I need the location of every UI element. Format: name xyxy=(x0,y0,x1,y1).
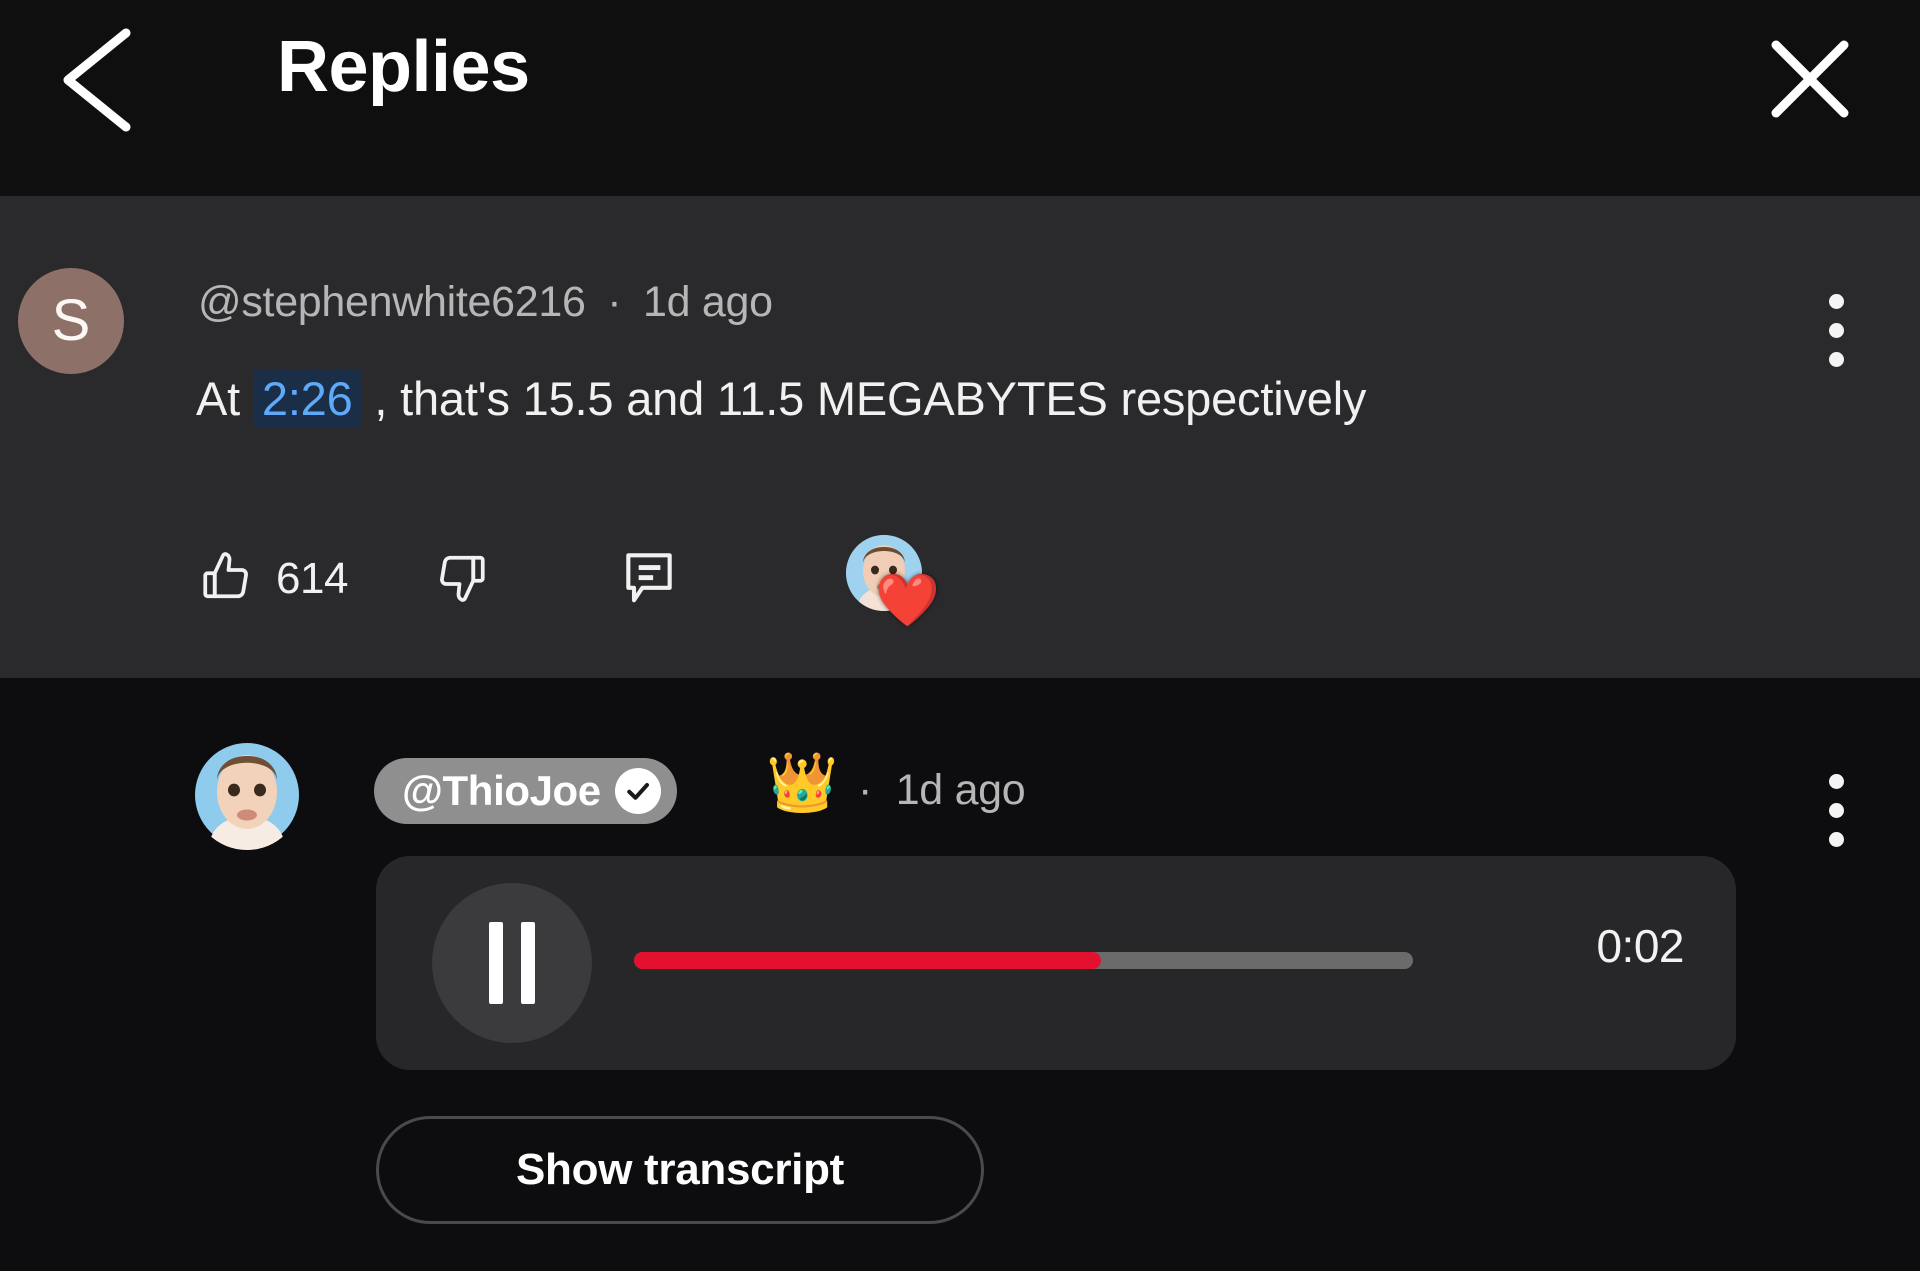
audio-duration-label: 0:02 xyxy=(1596,920,1684,972)
comment-bubble-icon xyxy=(618,546,680,613)
pause-icon-bar-left xyxy=(489,922,503,1004)
comment-more-options-button[interactable] xyxy=(1790,755,1882,865)
avatar[interactable] xyxy=(192,740,302,850)
like-count: 614 xyxy=(276,554,348,603)
comment-author-handle[interactable]: @stephenwhite6216 xyxy=(198,278,586,326)
thumbs-up-icon xyxy=(196,547,256,612)
audio-reply-player: 0:02 xyxy=(376,856,1736,1070)
header-bar: Replies xyxy=(0,0,1920,196)
comment-text: At 2:26 , that's 15.5 and 11.5 MEGABYTES… xyxy=(196,370,1367,427)
comment-text-before: At xyxy=(196,372,241,425)
kebab-dot xyxy=(1828,293,1844,309)
show-transcript-button[interactable]: Show transcript xyxy=(376,1116,984,1224)
audio-progress-fill xyxy=(634,952,1102,969)
pause-button[interactable] xyxy=(432,883,592,1043)
kebab-dot xyxy=(1828,322,1844,338)
back-button[interactable] xyxy=(40,20,150,140)
comment-author-meta: · 1d ago xyxy=(858,766,1026,815)
creator-heart-badge[interactable]: ❤️ xyxy=(845,535,940,627)
reply-button[interactable] xyxy=(618,546,680,613)
kebab-dot xyxy=(1828,802,1844,818)
comment-text-after: , that's 15.5 and 11.5 MEGABYTES respect… xyxy=(374,372,1367,425)
kebab-dot xyxy=(1828,351,1844,367)
kebab-dot xyxy=(1828,831,1844,847)
chevron-left-icon xyxy=(52,25,138,135)
kebab-dot xyxy=(1828,773,1844,789)
comment-timestamp: 1d ago xyxy=(895,766,1026,814)
comment-author-handle: @ThioJoe xyxy=(402,767,601,814)
comment-action-row: 614 ❤️ xyxy=(196,524,940,634)
channel-owner-handle-pill[interactable]: @ThioJoe xyxy=(374,758,677,824)
close-button[interactable] xyxy=(1755,22,1865,140)
close-x-icon xyxy=(1764,33,1856,130)
dislike-button[interactable] xyxy=(432,547,492,612)
audio-progress-slider[interactable] xyxy=(634,952,1413,969)
comment-timestamp: 1d ago xyxy=(642,278,773,326)
pause-icon-bar-right xyxy=(521,922,535,1004)
verified-check-icon xyxy=(614,768,661,814)
replies-panel: Replies S @stephenwhite6216 · 1d ago At … xyxy=(0,0,1920,1271)
meta-separator: · xyxy=(858,766,873,814)
like-button[interactable]: 614 xyxy=(196,547,348,612)
heart-icon: ❤️ xyxy=(875,572,940,630)
meta-separator: · xyxy=(607,278,622,326)
thumbs-down-icon xyxy=(432,547,492,612)
comment-more-options-button[interactable] xyxy=(1790,275,1882,385)
avatar[interactable]: S xyxy=(18,268,124,374)
comment-author-meta: @stephenwhite6216 · 1d ago xyxy=(198,278,773,327)
video-timestamp-link[interactable]: 2:26 xyxy=(252,370,362,427)
page-title: Replies xyxy=(277,27,530,107)
crown-icon: 👑 xyxy=(766,750,839,815)
